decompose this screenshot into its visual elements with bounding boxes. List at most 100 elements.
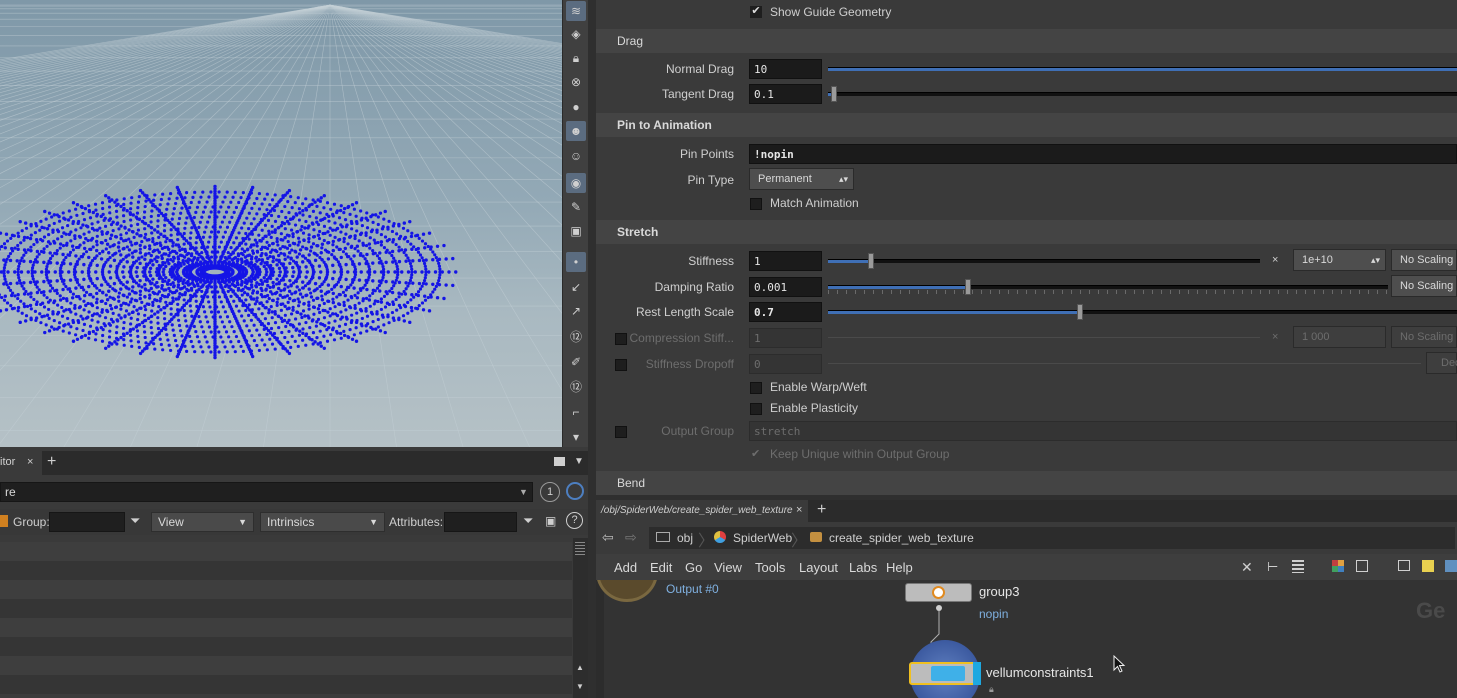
help-icon[interactable]: ? bbox=[566, 512, 583, 529]
damping-ratio-field[interactable]: 0.001 bbox=[749, 277, 822, 297]
link-icon[interactable] bbox=[566, 482, 584, 500]
match-animation-checkbox[interactable] bbox=[750, 198, 762, 210]
sphere-icon[interactable]: ● bbox=[566, 97, 586, 117]
vellumconstraints1-node[interactable] bbox=[909, 662, 981, 685]
network-canvas[interactable]: Output #0 group3 nopin vellumconstraints… bbox=[596, 580, 1457, 698]
stiffness-field[interactable]: 1 bbox=[749, 251, 822, 271]
section-stretch[interactable]: Stretch bbox=[596, 220, 1457, 244]
node-path-field[interactable]: re bbox=[0, 482, 533, 502]
point-display-icon[interactable]: • bbox=[566, 252, 586, 272]
grid-icon[interactable] bbox=[1356, 560, 1368, 572]
stiffness-slider-thumb[interactable] bbox=[868, 253, 875, 269]
grid-color-icon[interactable] bbox=[1332, 560, 1344, 572]
stiffness-slider[interactable] bbox=[828, 253, 1260, 269]
section-pin-to-animation[interactable]: Pin to Animation bbox=[596, 113, 1457, 137]
chevron-down-icon[interactable]: ▼ bbox=[574, 456, 584, 467]
close-icon[interactable]: × bbox=[796, 504, 802, 516]
filter-icon[interactable]: ⏷ bbox=[523, 513, 533, 529]
menu-go[interactable]: Go bbox=[685, 560, 702, 575]
pen-icon[interactable]: ✎ bbox=[566, 197, 586, 217]
scroll-up-icon[interactable]: ▲ bbox=[576, 663, 584, 672]
normal-drag-field[interactable]: 10 bbox=[749, 59, 822, 79]
menu-edit[interactable]: Edit bbox=[650, 560, 672, 575]
chevron-down-icon[interactable]: ▼ bbox=[519, 487, 528, 497]
ghost-icon[interactable]: ◈ bbox=[566, 24, 586, 44]
pin-points-field[interactable]: !nopin bbox=[749, 144, 1457, 164]
tools-icon[interactable]: ✕ bbox=[1241, 559, 1253, 576]
section-drag[interactable]: Drag bbox=[596, 29, 1457, 53]
attribute-class-icon[interactable] bbox=[0, 515, 8, 527]
table-row[interactable] bbox=[0, 675, 572, 694]
damping-ratio-slider[interactable] bbox=[828, 279, 1388, 295]
menu-layout[interactable]: Layout bbox=[799, 560, 838, 575]
view-dropdown[interactable]: View ▼ bbox=[151, 512, 254, 532]
show-guide-geometry-checkbox[interactable]: ✔ bbox=[750, 6, 762, 18]
tab-geometry-spreadsheet[interactable]: itor × bbox=[0, 451, 42, 475]
table-row[interactable] bbox=[0, 637, 572, 656]
attributes-field[interactable] bbox=[444, 512, 517, 532]
enable-plasticity-checkbox[interactable] bbox=[750, 403, 762, 415]
filter-icon[interactable]: ⏷ bbox=[130, 513, 140, 529]
normal-drag-slider[interactable] bbox=[828, 67, 1457, 71]
lock-icon[interactable]: 🔒︎ bbox=[566, 48, 586, 68]
add-tab-icon[interactable]: + bbox=[817, 501, 826, 519]
corner-icon[interactable]: ⌐ bbox=[566, 402, 586, 422]
rest-length-scale-slider[interactable] bbox=[828, 304, 1457, 320]
scroll-grip-icon[interactable] bbox=[575, 542, 585, 556]
vertical-scrollbar[interactable]: ▲ ▼ bbox=[573, 538, 588, 698]
skull-icon[interactable]: ☻ bbox=[566, 121, 586, 141]
breadcrumb-obj[interactable]: obj bbox=[677, 531, 693, 545]
intrinsics-dropdown[interactable]: Intrinsics ▼ bbox=[260, 512, 385, 532]
tangent-drag-slider-thumb[interactable] bbox=[831, 86, 838, 102]
scene-viewport[interactable] bbox=[0, 0, 562, 447]
tab-network[interactable]: /obj/SpiderWeb/create_spider_web_texture… bbox=[596, 500, 808, 522]
point-number-icon[interactable]: ⑫ bbox=[566, 326, 586, 346]
rest-length-scale-slider-thumb[interactable] bbox=[1076, 304, 1083, 320]
tangent-drag-slider[interactable] bbox=[828, 86, 1457, 102]
tangent-drag-field[interactable]: 0.1 bbox=[749, 84, 822, 104]
camera-icon[interactable]: ◉ bbox=[566, 173, 586, 193]
vellumconstraints1-node-name[interactable]: vellumconstraints1 bbox=[986, 665, 1094, 680]
pin-type-dropdown[interactable]: Permanent ▴▾ bbox=[749, 168, 854, 190]
prim-number-icon[interactable]: ⑫ bbox=[566, 376, 586, 396]
stiffness-multiplier[interactable]: 1e+10 ▴▾ bbox=[1293, 249, 1386, 271]
spreadsheet-rows[interactable] bbox=[0, 542, 572, 698]
pane-layout-icon[interactable] bbox=[554, 457, 565, 466]
display-flag[interactable] bbox=[973, 662, 981, 685]
display-options-icon[interactable]: ≋ bbox=[566, 1, 586, 21]
rest-length-scale-field[interactable]: 0.7 bbox=[749, 302, 822, 322]
damping-scaling-dropdown[interactable]: No Scaling bbox=[1391, 275, 1457, 297]
vector-icon[interactable]: ↗ bbox=[566, 301, 586, 321]
breadcrumb-spiderweb[interactable]: SpiderWeb bbox=[733, 531, 792, 545]
close-icon[interactable]: × bbox=[27, 456, 33, 468]
table-row[interactable] bbox=[0, 599, 572, 618]
table-row[interactable] bbox=[0, 580, 572, 599]
pane-splitter[interactable] bbox=[588, 0, 596, 698]
add-tab-icon[interactable]: + bbox=[47, 453, 56, 471]
table-row[interactable] bbox=[0, 618, 572, 637]
close-circle-icon[interactable]: ⊗ bbox=[566, 72, 586, 92]
section-bend[interactable]: Bend bbox=[596, 471, 1457, 495]
sticky-note-icon[interactable] bbox=[1422, 560, 1434, 572]
tree-icon[interactable]: ⊢ bbox=[1267, 559, 1278, 575]
background-image-icon[interactable] bbox=[1445, 560, 1457, 572]
brush-icon[interactable]: ✐ bbox=[566, 352, 586, 372]
render-icon[interactable]: ▣ bbox=[566, 221, 586, 241]
pin-counter[interactable]: 1 bbox=[540, 482, 560, 502]
group3-node-name[interactable]: group3 bbox=[979, 584, 1019, 599]
stiffness-scaling-dropdown[interactable]: No Scaling bbox=[1391, 249, 1457, 271]
table-row[interactable] bbox=[0, 656, 572, 675]
select-icon[interactable]: ▣ bbox=[545, 514, 556, 528]
list-icon[interactable] bbox=[1292, 560, 1304, 573]
group3-node[interactable] bbox=[905, 583, 972, 602]
menu-add[interactable]: Add bbox=[614, 560, 637, 575]
table-row[interactable] bbox=[0, 561, 572, 580]
group-field[interactable] bbox=[49, 512, 125, 532]
menu-help[interactable]: Help bbox=[886, 560, 913, 575]
chevron-down-icon[interactable]: ▾ bbox=[566, 427, 586, 447]
back-arrow-icon[interactable]: ⇦ bbox=[602, 529, 614, 546]
enable-warp-weft-checkbox[interactable] bbox=[750, 382, 762, 394]
table-row[interactable] bbox=[0, 542, 572, 561]
normal-icon[interactable]: ↙ bbox=[566, 277, 586, 297]
menu-labs[interactable]: Labs bbox=[849, 560, 877, 575]
